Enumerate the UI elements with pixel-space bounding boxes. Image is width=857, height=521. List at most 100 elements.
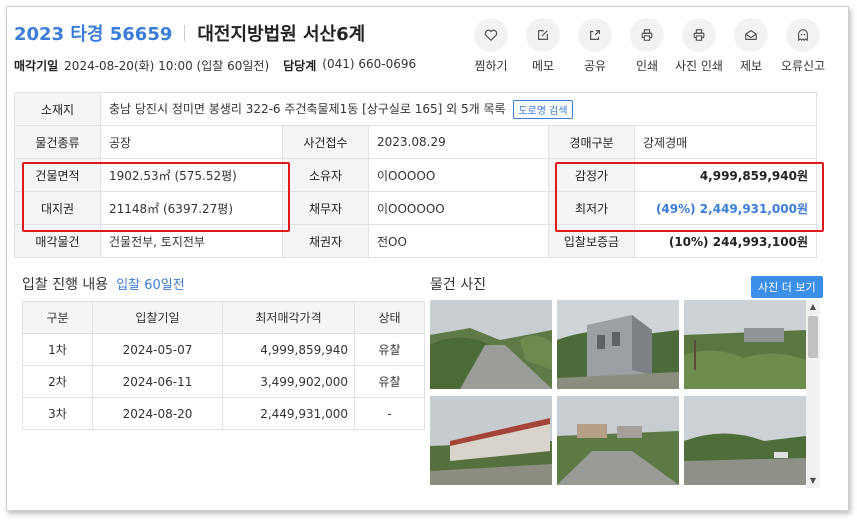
bid-col-date: 입찰기일 bbox=[92, 301, 223, 334]
contact-label: 담당계 bbox=[283, 59, 317, 73]
error-report-label: 오류신고 bbox=[780, 59, 826, 73]
deposit-label: 입찰보증금 bbox=[548, 224, 635, 258]
mail-icon bbox=[745, 30, 757, 40]
bid-date: 2024-06-11 bbox=[92, 365, 223, 398]
contact-value: (041) 660-0696 bbox=[322, 57, 417, 71]
sale-info-row: 매각기일 2024-08-20(화) 10:00 (입찰 60일전) 담당계 (… bbox=[14, 57, 416, 74]
bid-col-status: 상태 bbox=[354, 301, 425, 334]
bid-round: 2차 bbox=[22, 365, 93, 398]
info-row-type: 물건종류 공장 사건접수 2023.08.29 경매구분 강제경매 bbox=[14, 125, 818, 159]
type-value: 공장 bbox=[100, 125, 283, 159]
more-photos-button[interactable]: 사진 더 보기 bbox=[751, 276, 823, 298]
court-name: 대전지방법원 서산6계 bbox=[197, 24, 366, 45]
land-label: 대지권 bbox=[14, 191, 101, 225]
min-price-value: (49%) 2,449,931,000원 bbox=[633, 191, 818, 225]
report-label: 제보 bbox=[739, 59, 763, 73]
debtor-value: 이OOOOOO bbox=[368, 191, 549, 225]
sale-items-value: 건물전부, 토지전부 bbox=[100, 224, 283, 258]
bid-col-min-price: 최저매각가격 bbox=[222, 301, 355, 334]
info-row-location: 소재지 충남 당진시 정미면 봉생리 322-6 주건축물제1동 [상구실로 1… bbox=[14, 92, 818, 126]
appraisal-label: 감정가 bbox=[548, 158, 635, 192]
property-info-table: 소재지 충남 당진시 정미면 봉생리 322-6 주건축물제1동 [상구실로 1… bbox=[14, 92, 818, 258]
location-cell: 충남 당진시 정미면 봉생리 322-6 주건축물제1동 [상구실로 165] … bbox=[99, 92, 818, 126]
photo-print-button[interactable]: 사진 인쇄 bbox=[673, 18, 725, 74]
share-icon bbox=[590, 30, 600, 40]
bid-status: - bbox=[354, 397, 425, 430]
bid-progress-heading: 입찰 진행 내용 입찰 60일전 bbox=[22, 274, 185, 294]
deposit-value: (10%) 244,993,100원 bbox=[633, 224, 818, 258]
bid-round: 3차 bbox=[22, 397, 93, 430]
bid-min-price: 4,999,859,940 bbox=[222, 333, 355, 366]
heart-icon bbox=[484, 29, 498, 41]
owner-label: 소유자 bbox=[282, 158, 369, 192]
property-photo[interactable] bbox=[557, 300, 679, 389]
error-report-button[interactable]: 오류신고 bbox=[777, 18, 829, 74]
sale-date-value: 2024-08-20(화) 10:00 (입찰 60일전) bbox=[64, 59, 270, 73]
print-button[interactable]: 인쇄 bbox=[621, 18, 673, 74]
table-row: 2차 2024-06-11 3,499,902,000 유찰 bbox=[22, 365, 425, 398]
min-price-label: 최저가 bbox=[548, 191, 635, 225]
debtor-label: 채무자 bbox=[282, 191, 369, 225]
bid-status: 유찰 bbox=[354, 365, 425, 398]
property-photo[interactable] bbox=[557, 396, 679, 485]
action-toolbar: 찜하기 메모 공유 인쇄 사진 인쇄 제보 오류신고 bbox=[465, 18, 829, 74]
info-row-land: 대지권 21148㎡ (6397.27평) 채무자 이OOOOOO 최저가 (4… bbox=[14, 191, 818, 225]
location-label: 소재지 bbox=[14, 92, 101, 126]
appraisal-value: 4,999,859,940원 bbox=[633, 158, 818, 192]
auction-type-label: 경매구분 bbox=[548, 125, 635, 159]
type-label: 물건종류 bbox=[14, 125, 101, 159]
bid-date: 2024-08-20 bbox=[92, 397, 223, 430]
bid-min-price: 2,449,931,000 bbox=[222, 397, 355, 430]
building-area-label: 건물면적 bbox=[14, 158, 101, 192]
memo-icon bbox=[538, 30, 548, 40]
land-value: 21148㎡ (6397.27평) bbox=[100, 191, 283, 225]
creditor-value: 전OO bbox=[368, 224, 549, 258]
bid-progress-subtitle: 입찰 60일전 bbox=[116, 278, 185, 293]
share-button[interactable]: 공유 bbox=[569, 18, 621, 74]
photo-gallery bbox=[430, 300, 806, 488]
favorite-button[interactable]: 찜하기 bbox=[465, 18, 517, 74]
ghost-icon bbox=[798, 29, 808, 41]
photo-print-icon bbox=[693, 29, 705, 41]
sale-items-label: 매각물건 bbox=[14, 224, 101, 258]
sale-date-label: 매각기일 bbox=[14, 59, 59, 73]
road-name-search-button[interactable]: 도로명 검색 bbox=[513, 99, 573, 119]
owner-value: 이OOOOO bbox=[368, 158, 549, 192]
case-number[interactable]: 2023 타경 56659 bbox=[14, 20, 172, 46]
property-photo[interactable] bbox=[430, 396, 552, 485]
photos-heading: 물건 사진 bbox=[430, 274, 486, 294]
photo-print-label: 사진 인쇄 bbox=[675, 59, 723, 73]
share-label: 공유 bbox=[583, 59, 607, 73]
table-row: 3차 2024-08-20 2,449,931,000 - bbox=[22, 397, 425, 430]
bid-header-row: 구분 입찰기일 최저매각가격 상태 bbox=[22, 301, 425, 334]
bid-round: 1차 bbox=[22, 333, 93, 366]
location-value: 충남 당진시 정미면 봉생리 322-6 주건축물제1동 [상구실로 165] … bbox=[109, 101, 506, 116]
bid-history-table: 구분 입찰기일 최저매각가격 상태 1차 2024-05-07 4,999,85… bbox=[22, 301, 425, 430]
property-photo[interactable] bbox=[684, 300, 806, 389]
property-photo[interactable] bbox=[684, 396, 806, 485]
print-icon bbox=[641, 29, 653, 41]
table-row: 1차 2024-05-07 4,999,859,940 유찰 bbox=[22, 333, 425, 366]
bid-date: 2024-05-07 bbox=[92, 333, 223, 366]
print-label: 인쇄 bbox=[635, 59, 659, 73]
gallery-scrollbar[interactable]: ▲ ▼ bbox=[806, 300, 820, 488]
filed-label: 사건접수 bbox=[282, 125, 369, 159]
memo-button[interactable]: 메모 bbox=[517, 18, 569, 74]
creditor-label: 채권자 bbox=[282, 224, 369, 258]
title-divider bbox=[184, 25, 186, 41]
bid-status: 유찰 bbox=[354, 333, 425, 366]
info-row-sale-items: 매각물건 건물전부, 토지전부 채권자 전OO 입찰보증금 (10%) 244,… bbox=[14, 224, 818, 258]
report-button[interactable]: 제보 bbox=[725, 18, 777, 74]
scroll-up-arrow-icon[interactable]: ▲ bbox=[806, 300, 820, 314]
bid-progress-title: 입찰 진행 내용 bbox=[22, 277, 109, 293]
memo-label: 메모 bbox=[531, 59, 555, 73]
scroll-down-arrow-icon[interactable]: ▼ bbox=[806, 474, 820, 488]
property-photo[interactable] bbox=[430, 300, 552, 389]
bid-col-round: 구분 bbox=[22, 301, 93, 334]
photos-title: 물건 사진 bbox=[430, 277, 486, 293]
scrollbar-thumb[interactable] bbox=[808, 316, 818, 358]
building-area-value: 1902.53㎡ (575.52평) bbox=[100, 158, 283, 192]
bid-min-price: 3,499,902,000 bbox=[222, 365, 355, 398]
title-row: 2023 타경 56659 대전지방법원 서산6계 bbox=[14, 20, 365, 46]
auction-type-value: 강제경매 bbox=[633, 125, 818, 159]
